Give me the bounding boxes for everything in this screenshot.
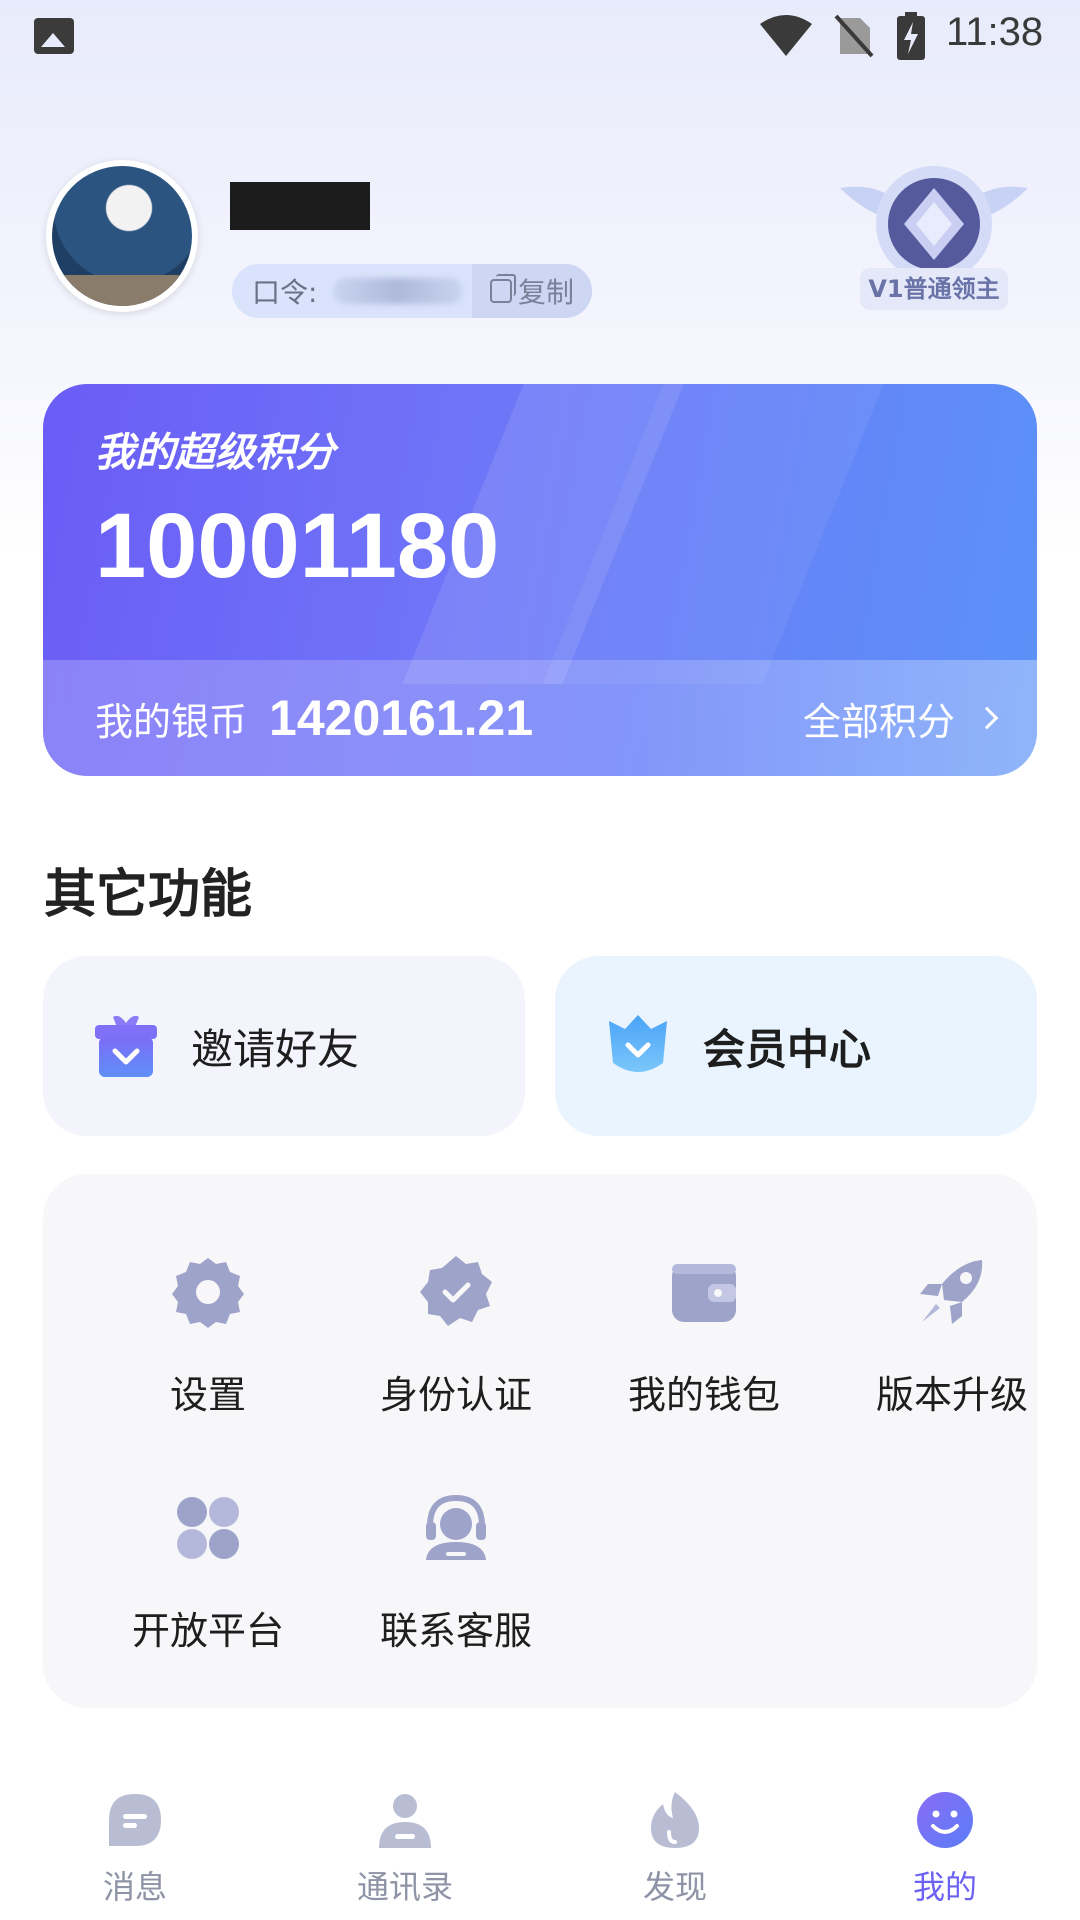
grid-item-label: 开放平台 bbox=[131, 1609, 284, 1653]
contacts-icon bbox=[379, 1794, 431, 1848]
tab-mine[interactable]: 我的 bbox=[865, 1790, 1025, 1908]
vip-center-label: 会员中心 bbox=[703, 1024, 872, 1074]
grid-item-label: 版本升级 bbox=[875, 1373, 1028, 1417]
invite-friends-label: 邀请好友 bbox=[191, 1024, 360, 1074]
silver-value: 1420161.21 bbox=[269, 690, 534, 746]
avatar[interactable] bbox=[46, 160, 198, 312]
grid-item-open-platform[interactable]: 开放平台 bbox=[83, 1490, 333, 1655]
battery-charging-icon bbox=[897, 12, 925, 60]
all-points-label: 全部积分 bbox=[802, 699, 955, 744]
silver-row: 我的银币 1420161.21 全部积分 bbox=[43, 660, 1037, 776]
vip-center-card[interactable]: 会员中心 bbox=[555, 956, 1037, 1136]
tab-contacts[interactable]: 通讯录 bbox=[325, 1790, 485, 1908]
invite-friends-card[interactable]: 邀请好友 bbox=[43, 956, 525, 1136]
chat-icon bbox=[109, 1794, 161, 1846]
smile-icon bbox=[917, 1792, 973, 1848]
copy-label: 复制 bbox=[517, 276, 574, 309]
grid-item-label: 设置 bbox=[169, 1373, 246, 1417]
function-grid: 设置 身份认证 我的钱包 版本升级 开放平台 联系客服 bbox=[43, 1174, 1037, 1708]
invite-code-pill: 口令: 复制 bbox=[232, 264, 592, 318]
rocket-icon bbox=[920, 1260, 983, 1324]
no-sim-icon bbox=[834, 14, 874, 58]
grid-item-customer-service[interactable]: 联系客服 bbox=[331, 1490, 581, 1655]
gallery-notification-icon bbox=[34, 18, 74, 54]
tab-label: 我的 bbox=[912, 1868, 977, 1906]
grid-item-identity[interactable]: 身份认证 bbox=[331, 1254, 581, 1419]
grid-item-settings[interactable]: 设置 bbox=[83, 1254, 333, 1419]
status-bar: 11:38 bbox=[0, 0, 1080, 76]
gift-icon bbox=[95, 1015, 157, 1077]
copy-button[interactable]: 复制 bbox=[472, 264, 592, 318]
points-card[interactable]: 我的超级积分 10001180 我的银币 1420161.21 全部积分 bbox=[43, 384, 1037, 776]
grid-item-label: 我的钱包 bbox=[627, 1373, 780, 1417]
grid-item-label: 联系客服 bbox=[379, 1609, 532, 1653]
tab-label: 消息 bbox=[102, 1868, 167, 1906]
copy-icon bbox=[489, 274, 516, 303]
vip-shield-icon bbox=[609, 1015, 667, 1072]
grid-item-upgrade[interactable]: 版本升级 bbox=[827, 1254, 1077, 1419]
code-label: 口令: bbox=[252, 276, 318, 309]
silver-label: 我的银币 bbox=[95, 699, 248, 744]
code-value-blurred bbox=[333, 278, 464, 304]
tab-label: 发现 bbox=[642, 1868, 707, 1906]
bottom-tab-bar: 消息 通讯录 发现 我的 bbox=[0, 1766, 1080, 1920]
tab-label: 通讯录 bbox=[356, 1868, 453, 1906]
headset-icon bbox=[426, 1494, 486, 1560]
flame-icon bbox=[651, 1792, 699, 1848]
wifi-icon bbox=[760, 15, 812, 56]
points-title: 我的超级积分 bbox=[95, 430, 335, 476]
username-redacted bbox=[230, 182, 370, 230]
grid-item-label: 身份认证 bbox=[379, 1373, 532, 1417]
chevron-right-icon bbox=[975, 706, 999, 730]
verified-badge-icon bbox=[420, 1256, 492, 1326]
tab-discover[interactable]: 发现 bbox=[595, 1790, 755, 1908]
tab-messages[interactable]: 消息 bbox=[55, 1790, 215, 1908]
wallet-icon bbox=[672, 1264, 736, 1322]
section-title: 其它功能 bbox=[44, 865, 253, 925]
points-value: 10001180 bbox=[95, 495, 500, 597]
clock: 11:38 bbox=[946, 10, 1044, 54]
level-label: V1普通领主 bbox=[860, 268, 1008, 310]
grid-item-wallet[interactable]: 我的钱包 bbox=[579, 1254, 829, 1419]
gear-icon bbox=[172, 1258, 244, 1328]
all-points-link[interactable]: 全部积分 bbox=[802, 660, 999, 776]
apps-grid-icon bbox=[177, 1497, 239, 1559]
